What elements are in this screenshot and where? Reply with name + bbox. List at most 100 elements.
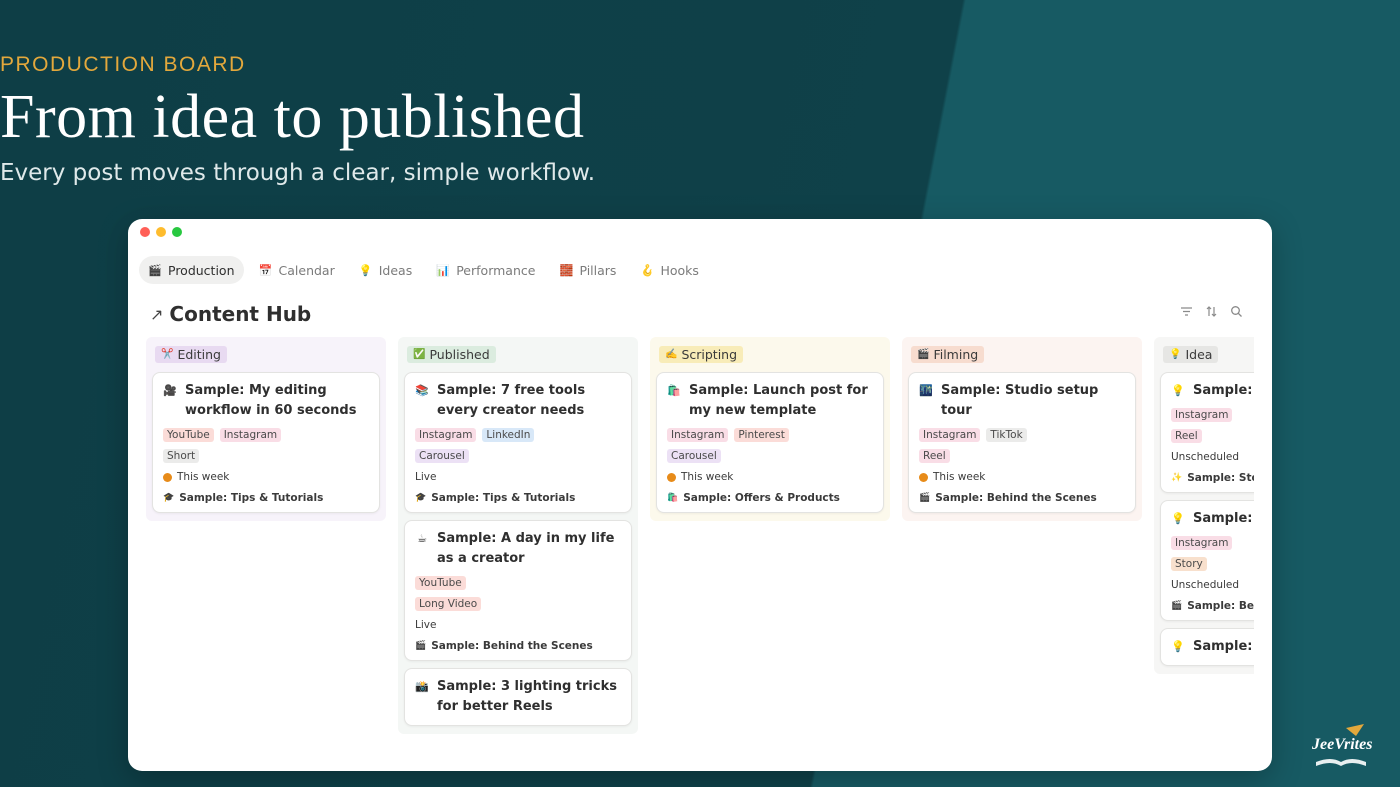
platform-tags: Instagram [1171, 408, 1254, 422]
platform-tags: Instagram Pinterest [667, 428, 873, 442]
check-icon: ✅ [413, 348, 426, 360]
pillar-icon: 🎬 [415, 641, 427, 651]
content-card[interactable]: ☕ Sample: A day in my life as a creator Yo… [404, 520, 632, 661]
format-tags: Story [1171, 557, 1254, 571]
column-label: Editing [177, 346, 221, 362]
sort-icon[interactable] [1204, 305, 1219, 320]
tab-label: Production [168, 262, 235, 278]
pillar-label: Sample: Stories [1187, 472, 1254, 484]
format-tags: Carousel [415, 449, 621, 463]
card-title: 💡 Sample: Ho content in [1171, 637, 1254, 657]
tag-linkedin: LinkedIn [482, 428, 535, 442]
tab-calendar[interactable]: 📅 Calendar [250, 256, 344, 284]
tag-instagram: Instagram [415, 428, 477, 442]
orange-dot-icon [919, 472, 928, 482]
tab-pillars[interactable]: 🧱 Pillars [550, 256, 625, 284]
eyebrow-label: PRODUCTION BOARD [0, 53, 246, 76]
card-list: 🌃 Sample: Studio setup tour Instagram TikTo… [908, 372, 1136, 513]
content-card[interactable]: 🎥 Sample: My editing workflow in 60 secon… [152, 372, 380, 513]
pillar-label: Sample: Behind [1187, 600, 1254, 612]
tag-pinterest: Pinterest [734, 428, 789, 442]
arrow-up-right-icon[interactable]: ↗ [150, 305, 163, 324]
card-list: 🛍️ Sample: Launch post for my new templat… [656, 372, 884, 513]
format-tags: Short [163, 449, 369, 463]
schedule-status: This week [919, 471, 1125, 483]
tab-hooks[interactable]: 🪝 Hooks [631, 256, 707, 284]
tab-label: Pillars [579, 262, 617, 278]
content-pillar: 🎬 Sample: Behind [1171, 600, 1254, 612]
schedule-status-text: Unscheduled [1171, 579, 1240, 591]
view-toolbar [1179, 305, 1244, 320]
tag-reel: Reel [919, 449, 950, 463]
schedule-status-text: This week [681, 471, 734, 483]
tab-ideas[interactable]: 💡 Ideas [350, 256, 421, 284]
minimize-dot[interactable] [156, 227, 166, 237]
tag-instagram: Instagram [1171, 536, 1233, 550]
content-card[interactable]: 🛍️ Sample: Launch post for my new templat… [656, 372, 884, 513]
platform-tags: Instagram LinkedIn [415, 428, 621, 442]
hook-icon: 🪝 [640, 263, 655, 277]
status-badge: 🎬 Filming [911, 345, 985, 363]
card-emoji-icon: 📸 [415, 680, 429, 693]
card-title: 🛍️ Sample: Launch post for my new templat… [667, 381, 873, 421]
column-editing: ✂️ Editing 🎥 Sample: My editing workflow in… [146, 337, 386, 521]
tag-tiktok: TikTok [986, 428, 1027, 442]
card-title-text: Sample: Launch post for my new template [689, 383, 868, 418]
card-title: 🌃 Sample: Studio setup tour [919, 381, 1125, 421]
card-title-text: Sample: A day in my life as a creator [437, 531, 615, 566]
schedule-status-text: This week [177, 471, 230, 483]
tag-youtube: YouTube [415, 576, 466, 590]
pillar-label: Sample: Behind the Scenes [935, 492, 1097, 504]
clapperboard-icon: 🎬 [148, 263, 162, 277]
tab-production[interactable]: 🎬 Production [139, 256, 244, 284]
status-badge: ✍️ Scripting [659, 345, 744, 363]
card-emoji-icon: 💡 [1171, 384, 1185, 397]
format-tags: Reel [919, 449, 1125, 463]
pillar-label: Sample: Offers & Products [683, 492, 840, 504]
card-emoji-icon: 💡 [1171, 640, 1185, 653]
maximize-dot[interactable] [172, 227, 182, 237]
page-title: ↗ Content Hub [150, 302, 311, 326]
tab-label: Ideas [378, 262, 413, 278]
content-card[interactable]: 💡 Sample: An questions (Instagram Story Uns… [1160, 500, 1254, 621]
content-card[interactable]: 📸 Sample: 3 lighting tricks for better Re… [404, 668, 632, 726]
pillar-icon: ✨ [1171, 473, 1183, 483]
column-header[interactable]: 🎬 Filming [911, 343, 1136, 365]
brick-icon: 🧱 [559, 263, 574, 277]
column-idea: 💡Idea💡Sample: Big made as a rInstagramRe… [1154, 337, 1254, 674]
content-card[interactable]: 📚 Sample: 7 free tools every creator need… [404, 372, 632, 513]
pillar-icon: 🎬 [1171, 601, 1183, 611]
format-tags: Carousel [667, 449, 873, 463]
schedule-status: Unscheduled [1171, 579, 1254, 591]
tab-label: Performance [456, 262, 536, 278]
content-card[interactable]: 🌃 Sample: Studio setup tour Instagram TikTo… [908, 372, 1136, 513]
tag-carousel: Carousel [415, 449, 469, 463]
close-dot[interactable] [140, 227, 150, 237]
card-title-text: Sample: An questions ( [1193, 511, 1254, 526]
column-label: Published [429, 346, 490, 362]
tab-label: Hooks [660, 262, 699, 278]
tag-carousel: Carousel [667, 449, 721, 463]
card-title: 🎥 Sample: My editing workflow in 60 secon… [163, 381, 369, 421]
column-filming: 🎬 Filming 🌃 Sample: Studio setup tour Instag… [902, 337, 1142, 521]
tab-performance[interactable]: 📊 Performance [427, 256, 544, 284]
card-title: 💡 Sample: Big made as a r [1171, 381, 1254, 401]
content-card[interactable]: 💡 Sample: Ho content in [1160, 628, 1254, 666]
content-card[interactable]: 💡 Sample: Big made as a r Instagram Reel Uns… [1160, 372, 1254, 493]
filter-icon[interactable] [1179, 305, 1194, 320]
hero-headline: From idea to published [0, 83, 585, 151]
column-header[interactable]: ✂️ Editing [155, 343, 380, 365]
pencil-icon: ✍️ [665, 348, 678, 360]
pillar-label: Sample: Behind the Scenes [431, 640, 593, 652]
column-header[interactable]: 💡 Idea [1163, 343, 1254, 365]
card-list: 🎥 Sample: My editing workflow in 60 secon… [152, 372, 380, 513]
kanban-board: ✂️ Editing 🎥 Sample: My editing workflow in… [146, 337, 1254, 771]
column-header[interactable]: ✍️ Scripting [659, 343, 884, 365]
pillar-icon: 🎬 [919, 493, 931, 503]
pillar-icon: 🎓 [415, 493, 427, 503]
search-icon[interactable] [1229, 305, 1244, 320]
column-header[interactable]: ✅ Published [407, 343, 632, 365]
pillar-icon: 🛍️ [667, 493, 679, 503]
status-badge: ✂️ Editing [155, 345, 227, 363]
pillar-label: Sample: Tips & Tutorials [431, 492, 576, 504]
